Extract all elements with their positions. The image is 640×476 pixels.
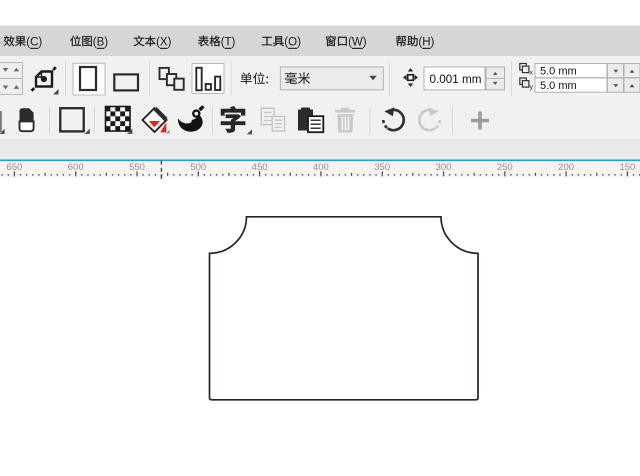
svg-text:(C): (C) <box>26 36 42 48</box>
svg-text:400: 400 <box>313 162 329 173</box>
svg-text:350: 350 <box>374 162 390 173</box>
svg-text:(O): (O) <box>284 36 301 48</box>
svg-text:5.0 mm: 5.0 mm <box>540 66 577 78</box>
svg-text:0.001 mm: 0.001 mm <box>430 73 482 86</box>
svg-text:x: x <box>530 70 534 77</box>
svg-text:450: 450 <box>252 162 268 173</box>
svg-text:500: 500 <box>190 162 206 173</box>
svg-text:(H): (H) <box>418 36 434 48</box>
svg-text:250: 250 <box>497 162 513 173</box>
svg-text:600: 600 <box>68 162 84 173</box>
svg-text:650: 650 <box>6 162 22 173</box>
svg-text:(W): (W) <box>348 36 367 48</box>
svg-text:150: 150 <box>619 162 635 173</box>
svg-text:5.0 mm: 5.0 mm <box>540 80 577 92</box>
svg-text:(B): (B) <box>93 36 109 48</box>
svg-text:300: 300 <box>436 162 452 173</box>
svg-text:550: 550 <box>129 162 145 173</box>
svg-text:200: 200 <box>558 162 574 173</box>
svg-text:y: y <box>530 84 534 91</box>
svg-text:(T): (T) <box>221 36 236 48</box>
svg-text:(X): (X) <box>156 36 172 48</box>
